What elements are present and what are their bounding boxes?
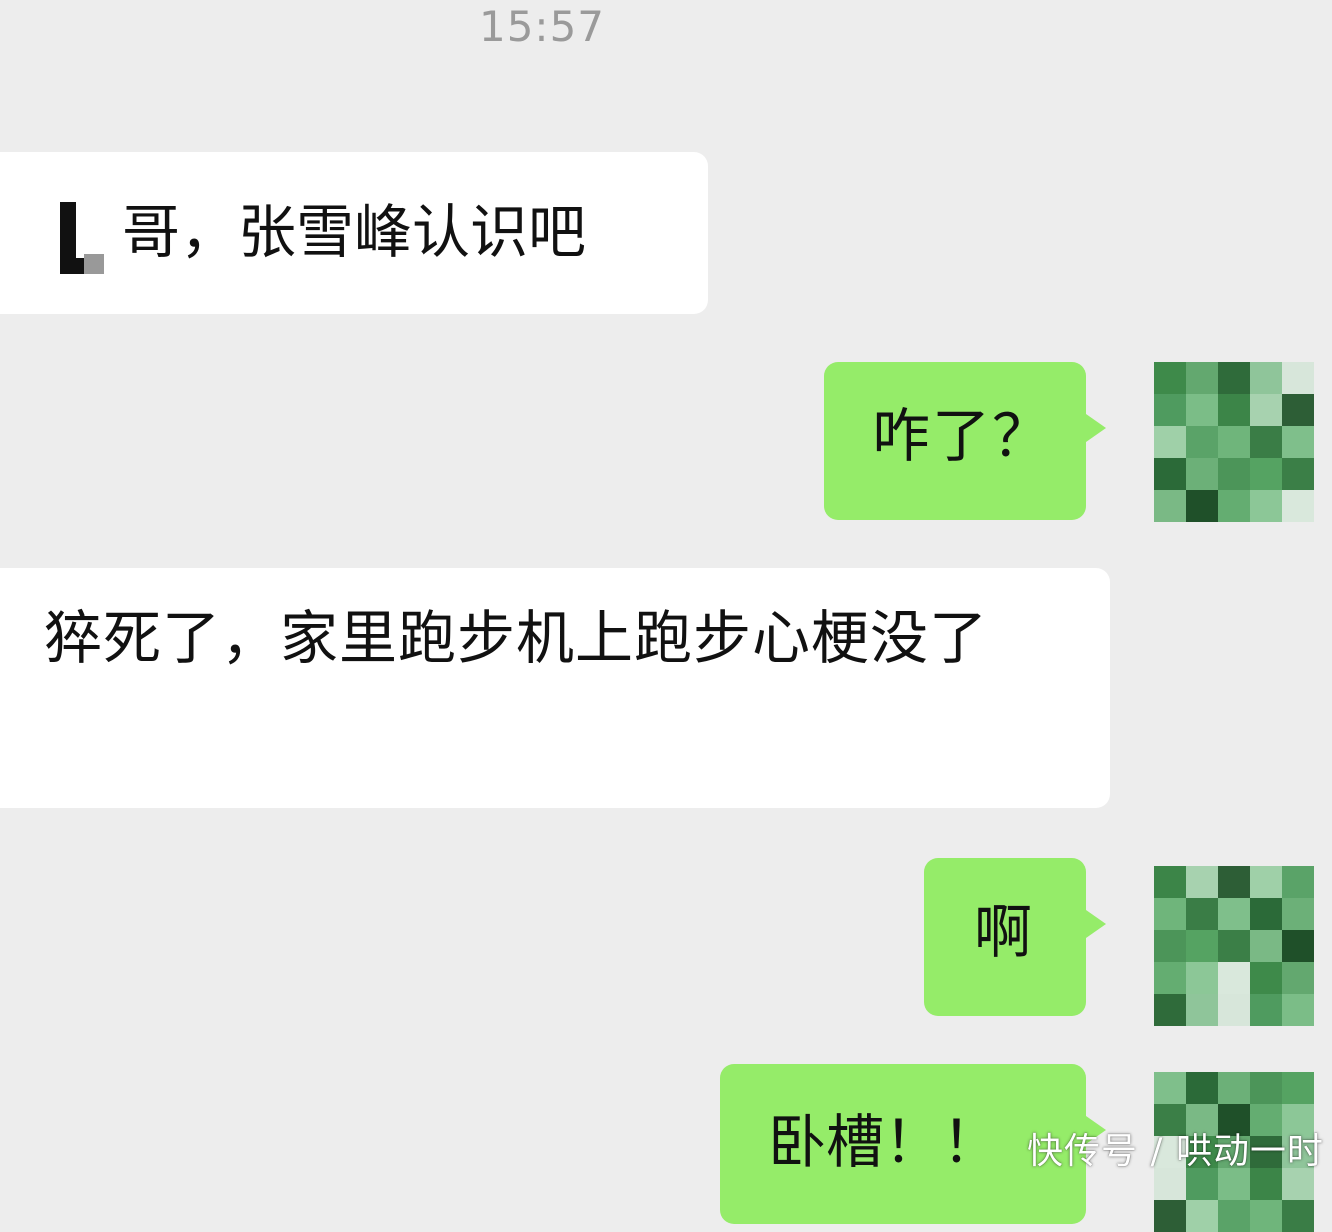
message-bubble-incoming[interactable]: 哥，张雪峰认识吧 <box>0 152 708 314</box>
avatar-pixel <box>1186 930 1218 962</box>
avatar-pixel <box>1250 362 1282 394</box>
avatar-pixel <box>1282 994 1314 1026</box>
avatar-pixel <box>1282 1200 1314 1232</box>
avatar-pixel <box>1218 930 1250 962</box>
avatar-pixel <box>1250 1200 1282 1232</box>
avatar-pixel <box>1250 962 1282 994</box>
avatar-pixel <box>1250 994 1282 1026</box>
avatar-pixel <box>1250 898 1282 930</box>
avatar-pixel <box>1218 458 1250 490</box>
avatar-pixel <box>1250 490 1282 522</box>
avatar-pixel <box>1250 394 1282 426</box>
avatar-pixel <box>1154 490 1186 522</box>
chat-timestamp: 15:57 <box>478 2 606 51</box>
avatar-pixel <box>1218 490 1250 522</box>
avatar-pixel <box>1154 1200 1186 1232</box>
avatar-pixel <box>1154 458 1186 490</box>
avatar-pixel <box>1218 962 1250 994</box>
avatar-pixel <box>1282 458 1314 490</box>
message-bubble-outgoing[interactable]: 咋了？ <box>824 362 1106 520</box>
avatar-pixel <box>1282 898 1314 930</box>
avatar-pixel <box>1282 362 1314 394</box>
avatar-pixel <box>1154 930 1186 962</box>
avatar-pixel <box>1186 962 1218 994</box>
avatar-pixel <box>1154 394 1186 426</box>
avatar-pixel <box>1186 994 1218 1026</box>
message-text: 咋了？ <box>872 402 1053 470</box>
message-text: 卧槽！！ <box>768 1108 1001 1176</box>
message-text: 哥，张雪峰认识吧 <box>122 198 587 266</box>
avatar-pixel <box>1186 426 1218 458</box>
avatar-pixel <box>1282 930 1314 962</box>
avatar-pixel <box>1186 458 1218 490</box>
avatar-pixel <box>1282 394 1314 426</box>
avatar-pixel <box>1218 994 1250 1026</box>
avatar-pixel <box>1154 994 1186 1026</box>
avatar-pixel <box>1250 930 1282 962</box>
redaction-mark-icon <box>54 202 104 274</box>
avatar-pixel <box>1218 1200 1250 1232</box>
avatar-pixel <box>1218 866 1250 898</box>
avatar-pixel <box>1186 1072 1218 1104</box>
avatar-pixel <box>1250 458 1282 490</box>
message-bubble-incoming[interactable]: 猝死了，家里跑步机上跑步心梗没了 <box>0 568 1110 808</box>
avatar-pixel <box>1282 1072 1314 1104</box>
avatar-pixel <box>1282 490 1314 522</box>
avatar-pixel <box>1154 1072 1186 1104</box>
avatar-pixel <box>1250 1072 1282 1104</box>
avatar-pixel <box>1154 426 1186 458</box>
avatar-pixel <box>1218 1072 1250 1104</box>
message-text: 猝死了，家里跑步机上跑步心梗没了 <box>44 604 989 672</box>
avatar-pixel <box>1282 962 1314 994</box>
avatar-pixel <box>1186 490 1218 522</box>
avatar-pixel <box>1154 898 1186 930</box>
watermark: 快传号 / 哄动一时 <box>1026 1131 1324 1172</box>
avatar-pixel <box>1282 426 1314 458</box>
avatar-pixel <box>1282 866 1314 898</box>
avatar-pixel <box>1186 362 1218 394</box>
message-text: 啊 <box>974 898 1033 966</box>
avatar[interactable] <box>1154 866 1314 1026</box>
avatar-pixel <box>1186 394 1218 426</box>
avatar-pixel <box>1218 394 1250 426</box>
avatar-pixel <box>1250 866 1282 898</box>
avatar-pixel <box>1186 866 1218 898</box>
avatar[interactable] <box>1154 362 1314 522</box>
message-bubble-outgoing[interactable]: 啊 <box>924 858 1106 1016</box>
avatar-pixel <box>1218 362 1250 394</box>
avatar-pixel <box>1218 426 1250 458</box>
avatar-pixel <box>1186 898 1218 930</box>
avatar-pixel <box>1154 866 1186 898</box>
avatar-pixel <box>1218 898 1250 930</box>
avatar-pixel <box>1154 362 1186 394</box>
avatar-pixel <box>1154 962 1186 994</box>
avatar-pixel <box>1250 426 1282 458</box>
avatar-pixel <box>1186 1200 1218 1232</box>
